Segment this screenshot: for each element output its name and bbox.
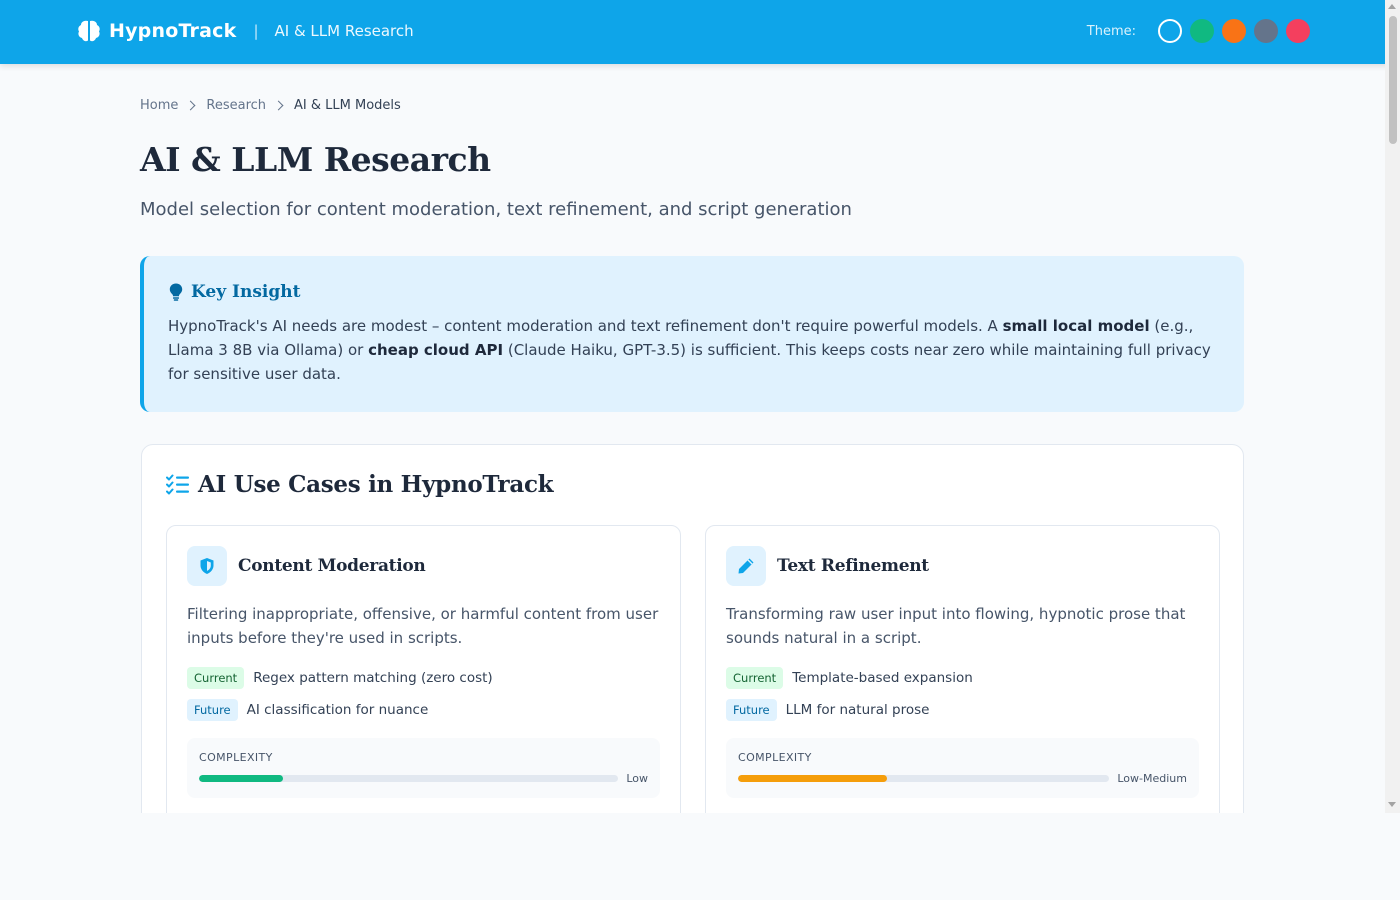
checklist-icon bbox=[166, 474, 189, 494]
scrollbar[interactable] bbox=[1385, 0, 1400, 813]
insight-header: Key Insight bbox=[168, 282, 1214, 302]
breadcrumb: Home Research AI & LLM Models bbox=[140, 98, 401, 113]
current-tag: Current bbox=[187, 667, 245, 689]
use-case-card-content-moderation: Content Moderation Filtering inappropria… bbox=[166, 525, 681, 813]
card-icon-badge bbox=[726, 546, 766, 586]
key-insight-callout: Key Insight HypnoTrack's AI needs are mo… bbox=[140, 256, 1244, 412]
breadcrumb-home[interactable]: Home bbox=[140, 98, 178, 113]
future-approach-text: LLM for natural prose bbox=[785, 702, 930, 718]
pencil-icon bbox=[738, 558, 754, 574]
current-tag: Current bbox=[726, 667, 784, 689]
theme-swatch-sky[interactable] bbox=[1158, 19, 1182, 43]
card-description: Transforming raw user input into flowing… bbox=[726, 605, 1186, 647]
current-approach-text: Regex pattern matching (zero cost) bbox=[253, 670, 493, 686]
scroll-down-arrow[interactable] bbox=[1388, 802, 1396, 807]
complexity-level: Low-Medium bbox=[1117, 772, 1187, 785]
brand-name: HypnoTrack bbox=[109, 20, 237, 42]
theme-picker: Theme: bbox=[1087, 19, 1310, 43]
shield-icon bbox=[200, 558, 214, 574]
breadcrumb-research[interactable]: Research bbox=[206, 98, 266, 113]
card-title: Content Moderation bbox=[238, 556, 426, 576]
theme-swatch-green[interactable] bbox=[1190, 19, 1214, 43]
current-approach-row: Current Regex pattern matching (zero cos… bbox=[187, 667, 493, 689]
card-title: Text Refinement bbox=[777, 556, 929, 576]
complexity-label: COMPLEXITY bbox=[199, 751, 273, 764]
theme-label: Theme: bbox=[1086, 23, 1136, 39]
current-approach-row: Current Template-based expansion bbox=[726, 667, 973, 689]
card-header: Content Moderation bbox=[187, 546, 426, 586]
insight-text: HypnoTrack's AI needs are modest – conte… bbox=[168, 317, 1211, 383]
complexity-track bbox=[199, 775, 619, 782]
complexity-meter: COMPLEXITY Low-Medium bbox=[726, 738, 1199, 798]
scroll-thumb[interactable] bbox=[1389, 16, 1397, 144]
complexity-fill bbox=[738, 775, 887, 782]
future-tag: Future bbox=[187, 699, 238, 721]
complexity-fill bbox=[199, 775, 283, 782]
page-title: AI & LLM Research bbox=[140, 140, 491, 179]
scroll-up-arrow[interactable] bbox=[1388, 4, 1396, 9]
current-approach-text: Template-based expansion bbox=[792, 670, 973, 686]
future-tag: Future bbox=[726, 699, 777, 721]
insight-bold-local-model: small local model bbox=[1002, 317, 1150, 335]
theme-swatch-rose[interactable] bbox=[1286, 19, 1310, 43]
breadcrumb-current: AI & LLM Models bbox=[294, 98, 401, 113]
brand-separator: | bbox=[253, 22, 259, 40]
brand[interactable]: HypnoTrack | AI & LLM Research bbox=[76, 18, 414, 44]
future-approach-text: AI classification for nuance bbox=[246, 702, 429, 718]
top-header: HypnoTrack | AI & LLM Research Theme: bbox=[0, 0, 1400, 64]
theme-swatch-orange[interactable] bbox=[1222, 19, 1246, 43]
complexity-label: COMPLEXITY bbox=[738, 751, 812, 764]
theme-swatch-slate[interactable] bbox=[1254, 19, 1278, 43]
card-icon-badge bbox=[187, 546, 227, 586]
chevron-right-icon bbox=[273, 100, 284, 111]
ai-use-cases-section: AI Use Cases in HypnoTrack Content Moder… bbox=[141, 444, 1244, 813]
complexity-meter: COMPLEXITY Low bbox=[187, 738, 660, 798]
complexity-track bbox=[738, 775, 1110, 782]
future-approach-row: Future AI classification for nuance bbox=[187, 699, 428, 721]
brain-icon bbox=[78, 20, 100, 42]
card-description: Filtering inappropriate, offensive, or h… bbox=[187, 605, 659, 647]
chevron-right-icon bbox=[185, 100, 196, 111]
main-viewport: Home Research AI & LLM Models AI & LLM R… bbox=[0, 64, 1385, 813]
complexity-level: Low bbox=[626, 772, 648, 785]
insight-bold-cloud-api: cheap cloud API bbox=[368, 341, 504, 359]
use-cases-header: AI Use Cases in HypnoTrack bbox=[166, 471, 554, 498]
page-subtitle: Model selection for content moderation, … bbox=[140, 199, 852, 220]
use-cases-title: AI Use Cases in HypnoTrack bbox=[198, 471, 554, 498]
lightbulb-icon bbox=[169, 283, 183, 301]
card-header: Text Refinement bbox=[726, 546, 929, 586]
insight-title: Key Insight bbox=[191, 282, 301, 302]
use-case-card-text-refinement: Text Refinement Transforming raw user in… bbox=[705, 525, 1220, 813]
header-section-title: AI & LLM Research bbox=[274, 22, 414, 40]
page-bottom-area bbox=[0, 813, 1400, 900]
future-approach-row: Future LLM for natural prose bbox=[726, 699, 929, 721]
